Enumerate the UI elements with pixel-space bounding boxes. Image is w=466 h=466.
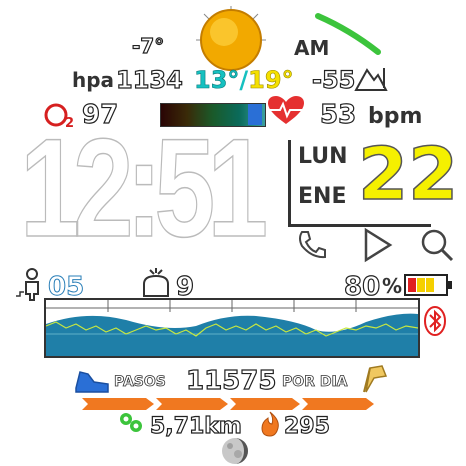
altitude-value: -55 xyxy=(311,65,356,94)
heart-icon xyxy=(268,96,304,124)
heart-rate-value: 53 xyxy=(319,99,357,130)
stress-icon xyxy=(143,268,169,297)
mountain-icon xyxy=(354,68,388,91)
weekday-label: LUN xyxy=(298,144,348,169)
steps-value: 11575 xyxy=(185,365,277,396)
moon-icon xyxy=(222,438,248,464)
heart-rate-unit: bpm xyxy=(368,104,423,129)
phone-icon[interactable] xyxy=(296,230,326,260)
temperature-current: -7° xyxy=(131,33,165,58)
temp-max: 19° xyxy=(248,66,294,95)
temp-min: 13° xyxy=(194,66,240,95)
search-icon[interactable] xyxy=(420,228,454,262)
pressure-value: 1134 xyxy=(115,65,183,94)
time-digits: 12:51 xyxy=(19,109,268,266)
temp-range: 13°/19° xyxy=(194,66,294,95)
floors-icon xyxy=(16,268,39,301)
month-label: ENE xyxy=(298,184,347,209)
battery-icon xyxy=(404,274,452,296)
steps-label: PASOS xyxy=(114,374,167,391)
day-value: 22 xyxy=(357,132,459,216)
steps-per-day-label: POR DIA xyxy=(282,374,348,391)
play-icon[interactable] xyxy=(362,227,393,263)
calories-value: 295 xyxy=(283,413,330,439)
activity-graph xyxy=(44,298,420,358)
shoe-icon xyxy=(75,371,109,393)
battery-percent-sign: % xyxy=(382,274,403,298)
location-icon xyxy=(120,413,142,432)
ampm-indicator: AM xyxy=(294,36,330,60)
sun-icon xyxy=(196,6,266,72)
temp-separator: / xyxy=(239,66,249,94)
pressure-label: hpa xyxy=(72,68,115,92)
flag-icon xyxy=(363,365,388,393)
bluetooth-icon xyxy=(424,306,446,336)
fire-icon xyxy=(261,411,279,437)
